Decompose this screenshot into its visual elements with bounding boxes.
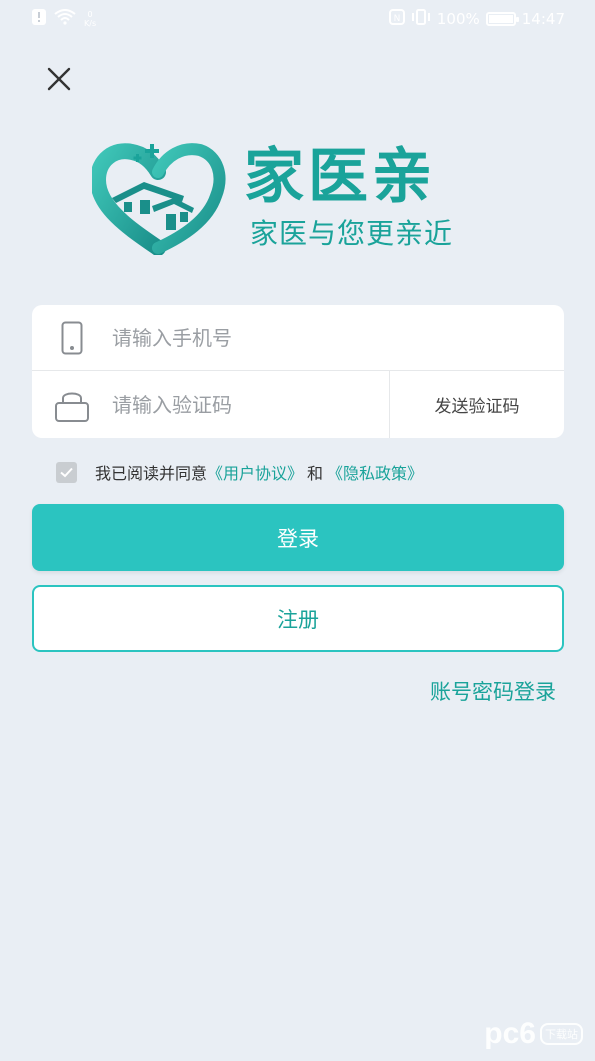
watermark-text: pc6: [484, 1017, 536, 1050]
agreement-checkbox[interactable]: [56, 461, 77, 483]
register-button[interactable]: 注册: [32, 585, 564, 652]
agreement-text: 我已阅读并同意: [95, 464, 208, 483]
status-right: N 100% 14:47: [388, 9, 565, 29]
battery-icon: [485, 12, 519, 26]
phone-icon: [32, 321, 112, 355]
wifi-icon: [54, 9, 76, 29]
password-login-link[interactable]: 账号密码登录: [430, 676, 556, 706]
svg-text:N: N: [394, 14, 401, 24]
close-button[interactable]: [40, 60, 78, 98]
agreement-row: 我已阅读并同意 《用户协议》 和 《隐私政策》: [56, 460, 423, 484]
battery-percent: 100%: [436, 10, 480, 28]
vibrate-icon: [411, 9, 431, 29]
status-bar: 0 K/s N 100% 14:47: [0, 0, 595, 38]
code-row: 发送验证码: [32, 371, 564, 438]
check-icon: [60, 467, 73, 477]
user-agreement-link[interactable]: 《用户协议》: [207, 460, 303, 484]
nfc-icon: N: [388, 9, 405, 29]
status-left: 0 K/s: [32, 9, 96, 29]
battery-fill: [488, 15, 513, 23]
net-speed-unit: K/s: [84, 19, 97, 28]
net-speed-value: 0: [87, 10, 93, 19]
login-screen: 0 K/s N 100% 14:47 家医亲 家医与您更亲近 请输入手机号 请输…: [0, 0, 595, 1061]
phone-input[interactable]: [112, 317, 564, 358]
app-logo: 家医亲 家医与您更亲近: [92, 140, 512, 255]
login-form: 发送验证码: [32, 305, 564, 438]
status-time: 14:47: [521, 10, 565, 28]
watermark-tag: 下载站: [540, 1023, 583, 1045]
phone-row: [32, 305, 564, 371]
lock-icon: [32, 388, 112, 422]
app-title: 家医亲: [244, 142, 436, 212]
privacy-policy-link[interactable]: 《隐私政策》: [327, 460, 423, 484]
net-speed: 0 K/s: [84, 10, 96, 28]
app-slogan: 家医与您更亲近: [250, 217, 454, 250]
logo-heart-house-icon: [92, 143, 226, 255]
watermark: pc6 下载站: [484, 1017, 583, 1051]
close-icon: [47, 67, 71, 91]
login-button[interactable]: 登录: [32, 504, 564, 571]
agreement-and: 和: [307, 464, 324, 483]
notification-icon: [32, 9, 46, 29]
send-code-button[interactable]: 发送验证码: [390, 371, 564, 438]
code-input[interactable]: [112, 384, 389, 425]
